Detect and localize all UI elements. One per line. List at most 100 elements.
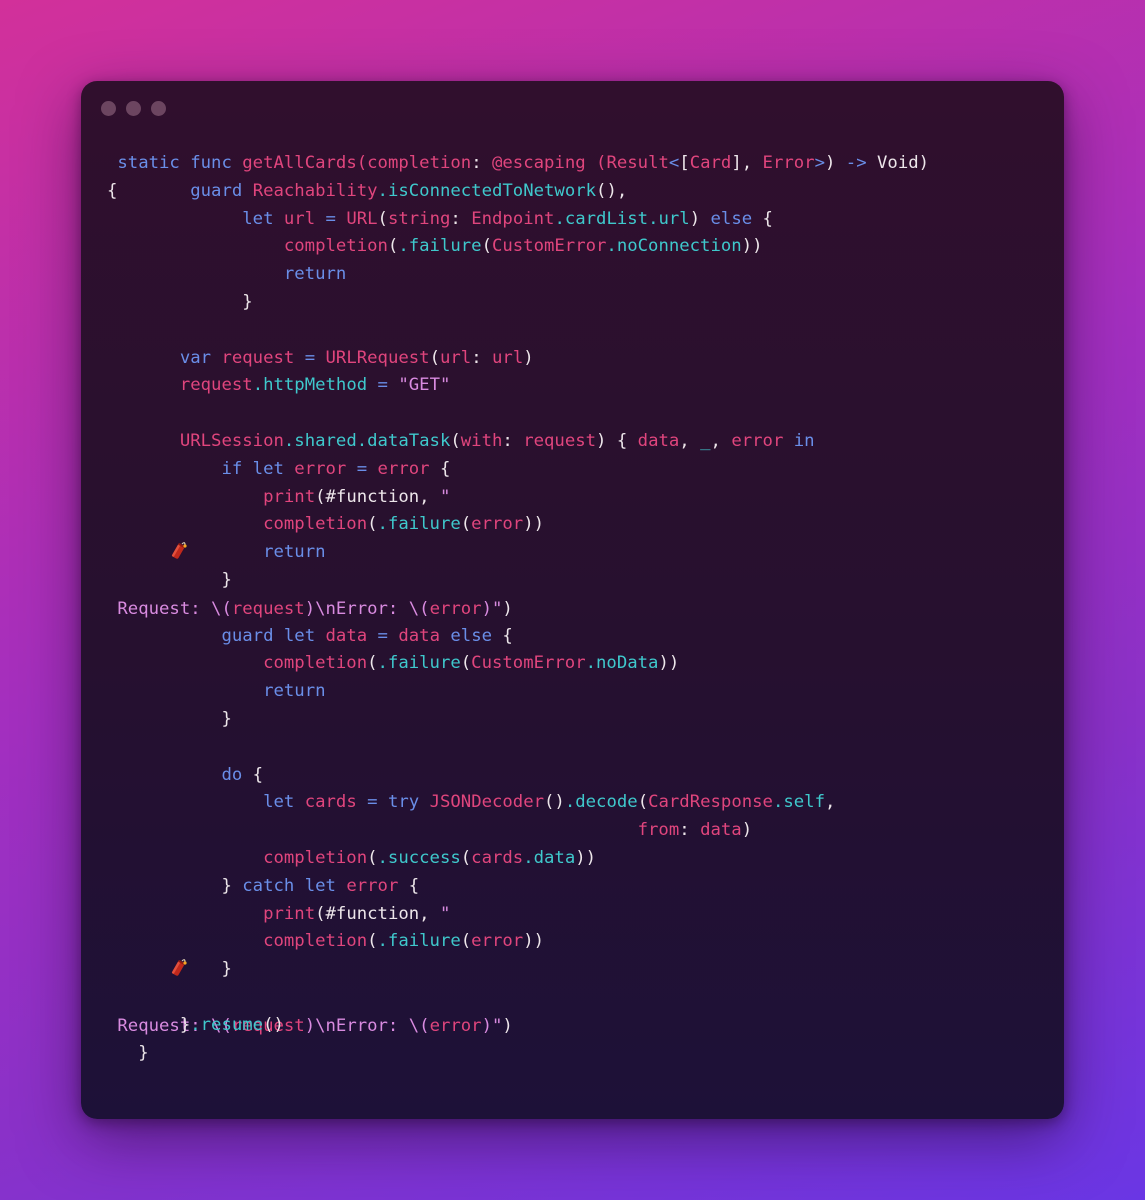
code-token: > [814, 153, 825, 173]
code-token: : [450, 208, 472, 229]
code-token: { [429, 458, 451, 479]
code-token: Error [762, 153, 815, 173]
code-line: return [107, 261, 929, 289]
code-token: = [356, 792, 388, 813]
code-token: ) [741, 820, 753, 841]
code-token: .failure [377, 931, 461, 952]
code-token: return [283, 264, 347, 285]
code-token: , [710, 430, 732, 451]
code-token: with [460, 430, 503, 451]
code-token: { [492, 625, 513, 646]
code-token: .noConnection [606, 236, 742, 257]
code-token: = [367, 625, 399, 646]
code-line: print(#function, " Request: \(request)\n… [107, 484, 929, 619]
code-line: completion(.failure(error)) [107, 511, 929, 539]
code-token: print [263, 903, 316, 924]
code-line: print(#function, " Request: \(request)\n… [107, 901, 929, 1036]
code-token: < [668, 153, 680, 173]
code-line: completion(.failure(CustomError.noData)) [107, 650, 929, 678]
code-line: completion(.failure(error)) [107, 928, 929, 956]
code-token: = [315, 208, 347, 229]
code-token: .resume [190, 1014, 264, 1035]
code-token: ) [523, 347, 534, 368]
code-token: data [700, 820, 742, 841]
code-token: url [492, 347, 524, 368]
code-line: return [107, 539, 929, 567]
firecracker-icon [128, 928, 188, 976]
code-token: URL [346, 208, 378, 229]
code-line: completion(.failure(CustomError.noConnec… [107, 233, 929, 261]
code-token: } [221, 569, 232, 590]
code-token: error [731, 430, 784, 451]
code-token: { [242, 764, 264, 785]
code-token: error [471, 514, 524, 535]
code-block: static func getAllCards(completion: @esc… [107, 150, 929, 1067]
code-token: )) [658, 653, 680, 674]
code-line: request.httpMethod = "GET" [107, 372, 929, 400]
code-token: .decode [564, 792, 638, 813]
code-token: { [752, 208, 773, 229]
code-token: let [263, 792, 295, 813]
code-token: error [377, 458, 430, 479]
code-token: completion [263, 653, 368, 674]
code-token: .failure [377, 514, 461, 535]
code-token: Endpoint [471, 208, 555, 229]
code-token: request [523, 430, 597, 451]
code-token: ( [367, 653, 378, 674]
code-token: else [710, 208, 753, 229]
code-token: Void) [866, 153, 930, 173]
code-token: CustomError [491, 236, 607, 257]
code-token: ) [824, 153, 846, 173]
code-token: ( [460, 931, 472, 952]
code-token: : [471, 347, 493, 368]
code-token: ( [450, 430, 461, 451]
close-button[interactable] [101, 101, 116, 116]
code-token: let [304, 875, 336, 896]
code-line: { guard Reachability.isConnectedToNetwor… [107, 178, 929, 206]
code-token: -> [845, 153, 867, 173]
code-line: let cards = try JSONDecoder().decode(Car… [107, 789, 929, 817]
code-line: var request = URLRequest(url: url) [107, 345, 929, 373]
code-token: ( [596, 153, 607, 173]
code-token: " [439, 486, 451, 507]
code-token: (), [596, 180, 628, 201]
minimize-button[interactable] [126, 101, 141, 116]
code-token: cards [304, 792, 357, 813]
code-token: return [263, 681, 326, 702]
code-token: error [294, 458, 347, 479]
maximize-button[interactable] [151, 101, 166, 116]
code-token: URLRequest [325, 347, 430, 368]
code-token: ( [460, 847, 472, 868]
code-token: CustomError [471, 653, 586, 674]
code-token: , [824, 792, 836, 813]
code-token: { [398, 875, 420, 896]
code-token: JSONDecoder [429, 792, 545, 813]
code-line: from: data) [107, 817, 929, 845]
code-token: ( [460, 653, 472, 674]
code-token: completion [263, 931, 368, 952]
code-token: request [179, 375, 253, 396]
code-token: ( [637, 792, 649, 813]
code-token: } [221, 959, 232, 980]
code-token: = [346, 458, 378, 479]
code-token: ) [689, 208, 711, 229]
code-token: Result [606, 153, 669, 173]
code-line: if let error = error { [107, 456, 929, 484]
